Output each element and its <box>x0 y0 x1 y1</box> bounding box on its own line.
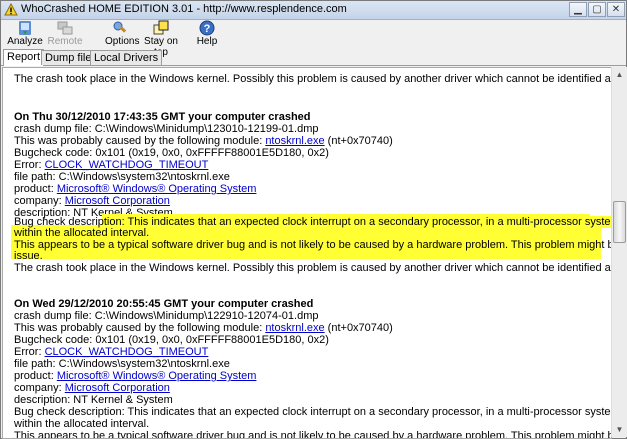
error-line: Error: CLOCK_WATCHDOG_TIMEOUT <box>14 159 208 171</box>
error-prefix-2: Error: <box>14 346 45 358</box>
crash-heading: On Thu 30/12/2010 17:43:35 GMT your comp… <box>14 111 311 123</box>
minimize-icon: ▁ <box>574 4 582 15</box>
kernel-note: The crash took place in the Windows kern… <box>14 73 612 85</box>
app-window: WhoCrashed HOME EDITION 3.01 - http://ww… <box>0 0 627 439</box>
bugdesc-continued-2: within the allocated interval. <box>14 418 150 430</box>
module-prefix: This was probably caused by the followin… <box>14 135 266 147</box>
svg-text:?: ? <box>204 23 211 35</box>
remote-button[interactable]: Remote <box>47 20 83 48</box>
help-button[interactable]: ? Help <box>195 20 219 48</box>
error-link-2[interactable]: CLOCK_WATCHDOG_TIMEOUT <box>45 346 209 358</box>
maximize-button[interactable]: ▢ <box>588 2 606 17</box>
file-path-2: file path: C:\Windows\system32\ntoskrnl.… <box>14 358 230 370</box>
bugdesc-text: This indicates that an expected clock in… <box>127 216 611 228</box>
options-icon <box>113 21 127 33</box>
help-icon: ? <box>199 20 215 36</box>
close-button[interactable]: ✕ <box>607 2 625 17</box>
scroll-down-icon: ▼ <box>615 425 624 434</box>
title-bar: WhoCrashed HOME EDITION 3.01 - http://ww… <box>1 1 626 20</box>
bugcheck-code: Bugcheck code: 0x101 (0x19, 0x0, 0xFFFFF… <box>14 147 329 159</box>
file-path: file path: C:\Windows\system32\ntoskrnl.… <box>14 171 230 183</box>
minimize-button[interactable]: ▁ <box>569 2 587 17</box>
dump-file: crash dump file: C:\Windows\Minidump\123… <box>14 123 319 135</box>
window-title: WhoCrashed HOME EDITION 3.01 - http://ww… <box>21 3 347 15</box>
company-prefix-2: company: <box>14 382 65 394</box>
bugdesc-continued: within the allocated interval. <box>14 227 150 239</box>
error-link[interactable]: CLOCK_WATCHDOG_TIMEOUT <box>45 159 209 171</box>
tab-report[interactable]: Report <box>3 49 45 66</box>
vertical-scrollbar[interactable]: ▲ ▼ <box>611 67 627 437</box>
module-suffix-2: (nt+0x70740) <box>324 322 393 334</box>
company-link-2[interactable]: Microsoft Corporation <box>65 382 170 394</box>
company-line: company: Microsoft Corporation <box>14 195 170 207</box>
product-prefix-2: product: <box>14 370 57 382</box>
analyze-icon <box>19 21 31 35</box>
stay-on-top-icon <box>153 20 169 35</box>
module-suffix: (nt+0x70740) <box>324 135 393 147</box>
module-link[interactable]: ntoskrnl.exe <box>265 135 324 147</box>
company-prefix: company: <box>14 195 65 207</box>
kernel-note-2: The crash took place in the Windows kern… <box>14 262 612 274</box>
company-line-2: company: Microsoft Corporation <box>14 382 170 394</box>
options-button[interactable]: Options <box>105 20 139 48</box>
remote-icon <box>57 21 73 35</box>
scrollbar-thumb[interactable] <box>613 201 626 243</box>
scroll-down-button[interactable]: ▼ <box>612 422 627 437</box>
error-prefix: Error: <box>14 159 45 171</box>
typical-bug-continued: issue. <box>14 250 43 262</box>
error-line-2: Error: CLOCK_WATCHDOG_TIMEOUT <box>14 346 208 358</box>
module-line-2: This was probably caused by the followin… <box>14 322 393 334</box>
whocrashed-app-icon <box>4 3 18 16</box>
module-link-2[interactable]: ntoskrnl.exe <box>265 322 324 334</box>
report-pane[interactable]: The crash took place in the Windows kern… <box>2 67 612 439</box>
bug-description-2: Bug check description: This indicates th… <box>14 406 611 418</box>
product-line-2: product: Microsoft® Windows® Operating S… <box>14 370 256 382</box>
dump-file-2: crash dump file: C:\Windows\Minidump\122… <box>14 310 319 322</box>
analyze-label: Analyze <box>7 36 43 47</box>
stay-on-top-button[interactable]: Stay on top <box>139 20 183 58</box>
close-icon: ✕ <box>611 4 621 15</box>
crash-heading-2: On Wed 29/12/2010 20:55:45 GMT your comp… <box>14 298 314 310</box>
product-link-2[interactable]: Microsoft® Windows® Operating System <box>57 370 257 382</box>
product-link[interactable]: Microsoft® Windows® Operating System <box>57 183 257 195</box>
help-label: Help <box>196 36 218 47</box>
tab-strip: Report Dump files Local Drivers <box>1 49 626 66</box>
maximize-icon: ▢ <box>592 4 602 15</box>
bugcheck-code-2: Bugcheck code: 0x101 (0x19, 0x0, 0xFFFFF… <box>14 334 329 346</box>
toolbar: Analyze Remote Options Stay on top <box>1 20 626 58</box>
options-label: Options <box>105 36 140 47</box>
scroll-up-button[interactable]: ▲ <box>612 67 627 82</box>
product-line: product: Microsoft® Windows® Operating S… <box>14 183 256 195</box>
module-prefix-2: This was probably caused by the followin… <box>14 322 266 334</box>
tab-local-drivers[interactable]: Local Drivers <box>90 50 163 65</box>
company-link[interactable]: Microsoft Corporation <box>65 195 170 207</box>
remote-label: Remote <box>47 36 83 47</box>
product-prefix: product: <box>14 183 57 195</box>
analyze-button[interactable]: Analyze <box>5 20 45 48</box>
scroll-up-icon: ▲ <box>615 70 624 79</box>
module-line: This was probably caused by the followin… <box>14 135 393 147</box>
typical-bug-note-2: This appears to be a typical software dr… <box>14 430 611 439</box>
typical-bug-note: This appears to be a typical software dr… <box>14 239 611 251</box>
description-line-2: description: NT Kernel & System <box>14 394 173 406</box>
